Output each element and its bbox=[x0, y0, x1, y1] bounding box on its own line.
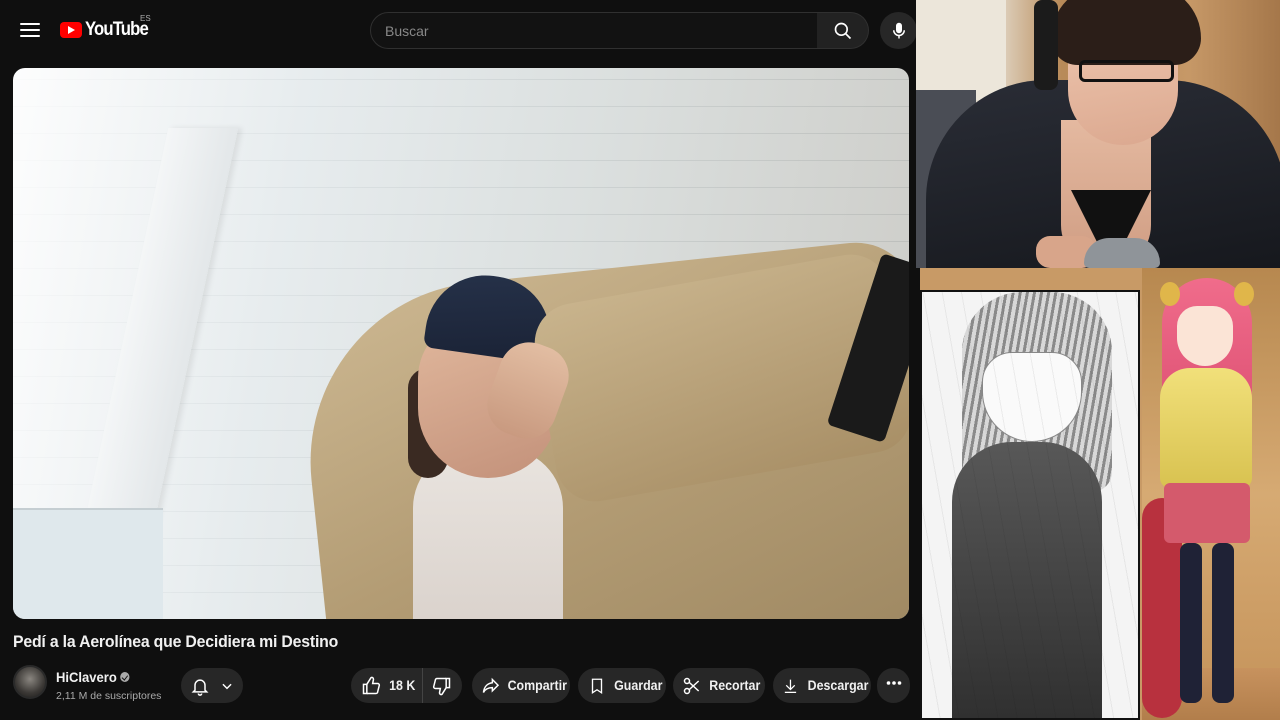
like-dislike-group: 18 K bbox=[351, 668, 462, 703]
download-icon bbox=[784, 679, 797, 693]
webcam-headset bbox=[1034, 0, 1058, 90]
verified-icon bbox=[120, 672, 130, 682]
like-count: 18 K bbox=[389, 678, 416, 693]
more-icon bbox=[886, 680, 901, 685]
reaction-image-panel bbox=[920, 268, 1280, 720]
like-button[interactable]: 18 K bbox=[351, 668, 423, 703]
video-player[interactable] bbox=[13, 68, 909, 619]
webcam-feed bbox=[916, 0, 1280, 268]
anime-leg-left bbox=[1180, 543, 1202, 703]
channel-avatar[interactable] bbox=[13, 665, 47, 699]
chevron-down-icon bbox=[222, 683, 232, 689]
webcam-hair bbox=[1051, 0, 1201, 65]
bookmark-icon bbox=[591, 678, 603, 694]
video-title: Pedí a la Aerolínea que Decidiera mi Des… bbox=[13, 632, 339, 651]
thumbs-up-icon bbox=[362, 676, 381, 694]
download-label: Descargar bbox=[807, 678, 869, 693]
clip-button[interactable]: Recortar bbox=[673, 668, 765, 703]
mic-icon bbox=[892, 22, 905, 38]
dislike-button[interactable] bbox=[423, 668, 461, 703]
anime-top bbox=[1160, 368, 1252, 488]
manga-lines bbox=[922, 292, 1138, 718]
share-icon bbox=[482, 677, 500, 693]
logo-text: YouTube bbox=[85, 19, 149, 40]
anime-leg-right bbox=[1212, 543, 1234, 703]
manga-panel bbox=[920, 290, 1140, 720]
notifications-button[interactable] bbox=[181, 668, 243, 703]
anime-skirt bbox=[1164, 483, 1250, 543]
download-button[interactable]: Descargar bbox=[773, 668, 871, 703]
search-input[interactable] bbox=[385, 22, 817, 39]
youtube-page: YouTube ES Pedí a la Aerolínea que Dec bbox=[0, 0, 917, 720]
menu-icon[interactable] bbox=[20, 20, 40, 40]
bell-icon bbox=[191, 678, 209, 696]
scissors-icon bbox=[683, 677, 700, 694]
save-label: Guardar bbox=[614, 678, 663, 693]
search-box bbox=[370, 12, 818, 49]
share-label: Compartir bbox=[508, 678, 568, 693]
anime-horn-right bbox=[1234, 282, 1254, 306]
country-code: ES bbox=[140, 14, 151, 23]
subscriber-count: 2,11 M de suscriptores bbox=[56, 690, 162, 702]
channel-link[interactable]: HiClavero bbox=[56, 669, 130, 685]
webcam-wall bbox=[916, 0, 1006, 100]
voice-search-button[interactable] bbox=[880, 12, 917, 49]
search-icon bbox=[834, 22, 851, 39]
share-button[interactable]: Compartir bbox=[472, 668, 570, 703]
search-button[interactable] bbox=[817, 12, 869, 49]
channel-name: HiClavero bbox=[56, 669, 117, 685]
youtube-logo-icon bbox=[60, 22, 82, 38]
save-button[interactable]: Guardar bbox=[578, 668, 666, 703]
clip-label: Recortar bbox=[709, 678, 761, 693]
anime-character-image bbox=[1142, 268, 1280, 720]
anime-face bbox=[1177, 306, 1233, 366]
masthead: YouTube ES bbox=[0, 0, 917, 60]
more-actions-button[interactable] bbox=[877, 668, 910, 703]
webcam-glasses bbox=[1079, 60, 1174, 82]
webcam-mug bbox=[1084, 238, 1160, 268]
video-frame-shelf bbox=[13, 508, 163, 619]
anime-horn-left bbox=[1160, 282, 1180, 306]
thumbs-down-icon bbox=[432, 677, 451, 695]
